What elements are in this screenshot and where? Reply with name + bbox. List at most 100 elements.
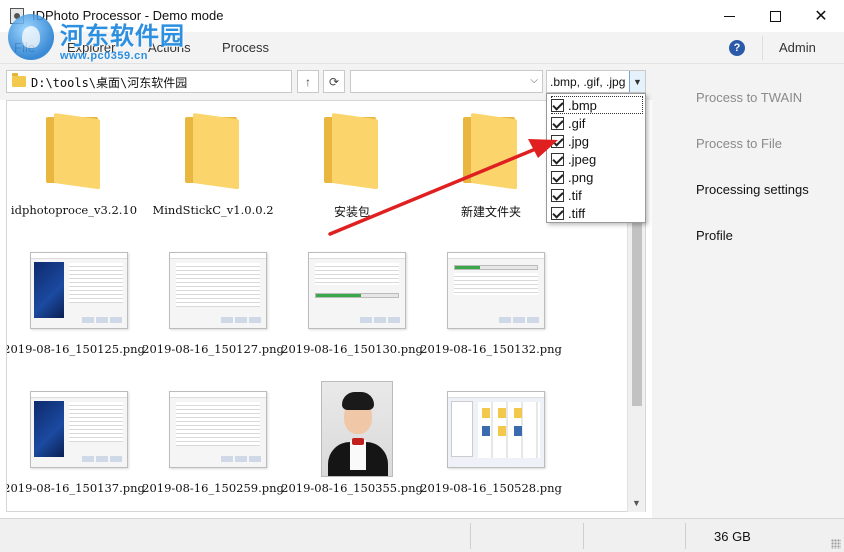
extension-option-label: .jpeg xyxy=(568,151,597,167)
file-name: 2019-08-16_150130.png xyxy=(281,342,423,356)
process-to-file-link[interactable]: Process to File xyxy=(696,136,782,151)
file-tile[interactable]: idphotoproce_v3.2.10 xyxy=(9,113,139,217)
path-field[interactable]: D:\tools\桌面\河东软件园 xyxy=(6,70,292,93)
scrollbar-thumb[interactable] xyxy=(632,218,642,406)
menu-explorer[interactable]: Explorer xyxy=(67,40,115,55)
menu-bar: File Explorer Actions Process ? Admin xyxy=(0,32,844,64)
title-bar: IDPhoto Processor - Demo mode ✕ xyxy=(0,0,844,32)
file-tile[interactable]: 2019-08-16_150132.png xyxy=(420,252,562,356)
folder-icon xyxy=(324,113,380,190)
profile-link[interactable]: Profile xyxy=(696,228,733,243)
dropdown-arrow-icon[interactable]: ▼ xyxy=(629,71,645,92)
app-icon xyxy=(10,8,24,24)
extension-option-label: .png xyxy=(568,169,594,185)
image-thumbnail xyxy=(169,391,267,468)
file-name: 2019-08-16_150127.png xyxy=(142,342,284,356)
user-menu-admin[interactable]: Admin xyxy=(779,40,816,55)
actions-panel: Process to TWAIN Process to File Process… xyxy=(652,64,844,518)
folder-icon xyxy=(185,113,241,190)
extension-option-tiff[interactable]: .tiff xyxy=(551,204,643,222)
extension-option-jpg[interactable]: .jpg xyxy=(551,132,643,150)
status-divider xyxy=(583,523,584,549)
maximize-icon xyxy=(769,10,781,22)
file-name: 2019-08-16_150125.png xyxy=(6,342,145,356)
refresh-icon: ⟳ xyxy=(328,74,340,89)
checkbox-checked-icon[interactable] xyxy=(551,116,564,130)
resize-grip-icon[interactable] xyxy=(831,539,841,549)
file-name: 2019-08-16_150137.png xyxy=(6,481,145,495)
folder-icon xyxy=(12,73,26,87)
file-name: 2019-08-16_150528.png xyxy=(420,481,562,495)
extension-option-jpeg[interactable]: .jpeg xyxy=(551,150,643,168)
image-thumbnail xyxy=(30,391,128,468)
file-name: 2019-08-16_150259.png xyxy=(142,481,284,495)
folder-icon xyxy=(463,113,519,190)
extension-option-tif[interactable]: .tif xyxy=(551,186,643,204)
window-title: IDPhoto Processor - Demo mode xyxy=(32,8,224,23)
minimize-button[interactable] xyxy=(706,0,752,32)
extension-select-value: .bmp, .gif, .jpg xyxy=(550,75,626,89)
checkbox-checked-icon[interactable] xyxy=(551,134,564,148)
extension-option-gif[interactable]: .gif xyxy=(551,114,643,132)
checkbox-checked-icon[interactable] xyxy=(551,98,564,112)
minimize-icon xyxy=(723,16,735,17)
maximize-button[interactable] xyxy=(752,0,798,32)
extension-select[interactable]: .bmp, .gif, .jpg ▼ xyxy=(546,70,646,93)
image-thumbnail xyxy=(30,252,128,329)
status-bar: 36 GB xyxy=(0,518,844,552)
status-divider xyxy=(470,523,471,549)
menu-process[interactable]: Process xyxy=(222,40,269,55)
file-name: idphotoproce_v3.2.10 xyxy=(10,203,138,217)
close-icon: ✕ xyxy=(814,8,828,25)
arrow-up-icon: ↑ xyxy=(305,74,311,89)
file-tile[interactable]: 2019-08-16_150125.png xyxy=(7,252,145,356)
checkbox-checked-icon[interactable] xyxy=(551,170,564,184)
extension-option-label: .gif xyxy=(568,115,586,131)
up-folder-button[interactable]: ↑ xyxy=(297,70,319,93)
process-to-twain-link[interactable]: Process to TWAIN xyxy=(696,90,802,105)
extension-option-label: .tiff xyxy=(568,205,586,221)
extension-option-label: .jpg xyxy=(568,133,589,149)
extension-option-png[interactable]: .png xyxy=(551,168,643,186)
file-tile[interactable]: 2019-08-16_150355.png xyxy=(281,381,423,495)
image-thumbnail xyxy=(447,252,545,329)
file-name: 2019-08-16_150355.png xyxy=(281,481,423,495)
disk-free-space: 36 GB xyxy=(714,529,751,544)
help-icon[interactable]: ? xyxy=(729,40,745,56)
file-tile[interactable]: 2019-08-16_150259.png xyxy=(142,391,284,495)
processing-settings-link[interactable]: Processing settings xyxy=(696,182,809,197)
filter-combo[interactable]: ⌵ xyxy=(350,70,543,93)
chevron-down-icon: ⌵ xyxy=(530,75,538,86)
extension-option-label: .bmp xyxy=(568,97,597,113)
file-name: 2019-08-16_150132.png xyxy=(420,342,562,356)
extension-option-label: .tif xyxy=(568,187,582,203)
file-tile[interactable]: 新建文件夹 xyxy=(426,113,556,219)
menu-divider xyxy=(762,36,763,60)
folder-icon xyxy=(46,113,102,190)
refresh-button[interactable]: ⟳ xyxy=(323,70,345,93)
status-divider xyxy=(685,523,686,549)
image-thumbnail xyxy=(169,252,267,329)
file-name: MindStickC_v1.0.0.2 xyxy=(152,203,274,217)
path-text: D:\tools\桌面\河东软件园 xyxy=(31,76,188,90)
file-tile[interactable]: 2019-08-16_150127.png xyxy=(142,252,284,356)
close-button[interactable]: ✕ xyxy=(798,0,844,32)
file-tile[interactable]: 2019-08-16_150137.png xyxy=(7,391,145,495)
menu-actions[interactable]: Actions xyxy=(148,40,191,55)
scroll-down-icon[interactable]: ▼ xyxy=(632,498,641,508)
file-tile[interactable]: 安装包 xyxy=(287,113,417,219)
checkbox-checked-icon[interactable] xyxy=(551,206,564,220)
file-tile[interactable]: 2019-08-16_150130.png xyxy=(281,252,423,356)
checkbox-checked-icon[interactable] xyxy=(551,188,564,202)
extension-option-bmp[interactable]: .bmp xyxy=(551,96,643,114)
checkbox-checked-icon[interactable] xyxy=(551,152,564,166)
file-name: 新建文件夹 xyxy=(460,205,521,219)
image-thumbnail xyxy=(308,252,406,329)
image-thumbnail xyxy=(447,391,545,468)
extension-dropdown-list: .bmp .gif .jpg .jpeg .png .tif .tiff xyxy=(546,93,646,223)
file-tile[interactable]: 2019-08-16_150528.png xyxy=(420,391,562,495)
file-tile[interactable]: MindStickC_v1.0.0.2 xyxy=(148,113,278,217)
file-name: 安装包 xyxy=(333,205,370,219)
menu-file[interactable]: File xyxy=(14,40,35,55)
portrait-photo-thumbnail xyxy=(321,381,393,477)
